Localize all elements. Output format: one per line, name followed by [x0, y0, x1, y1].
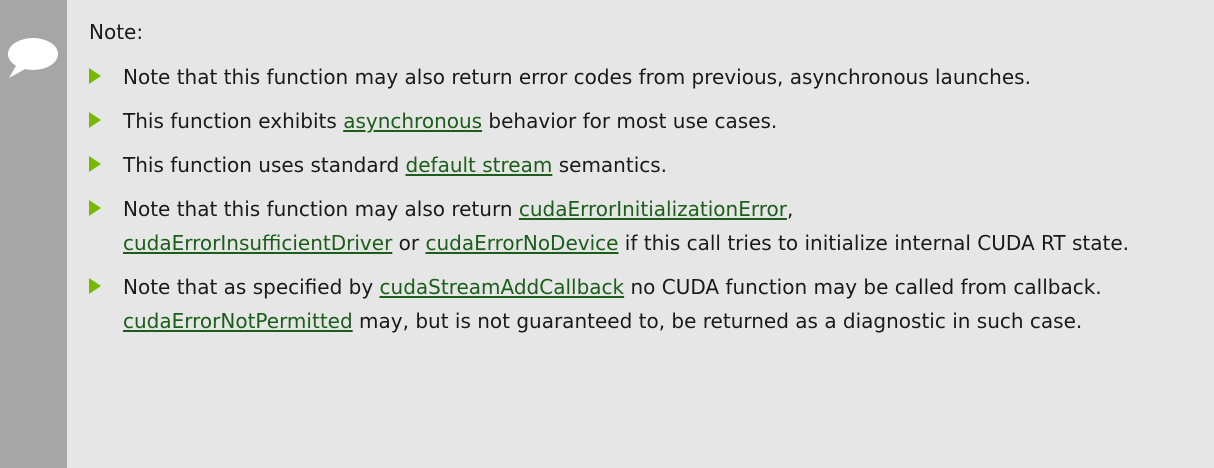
item-text: if this call tries to initialize interna… — [618, 231, 1130, 255]
item-text: or — [392, 231, 426, 255]
list-item: Note that this function may also return … — [89, 60, 1204, 94]
item-text: , — [786, 197, 794, 221]
item-text: no CUDA function may be called from call… — [624, 275, 1102, 299]
speech-bubble-icon — [8, 38, 58, 78]
item-text: semantics. — [552, 153, 668, 177]
link-cuda-error-not-permitted[interactable]: cudaErrorNotPermitted — [123, 309, 353, 333]
item-text: may, but is not guaranteed to, be return… — [352, 309, 1083, 333]
item-text: Note that as specified by — [123, 275, 380, 299]
list-item: This function uses standard default stre… — [89, 148, 1204, 182]
bullet-arrow-icon — [89, 112, 101, 128]
link-cuda-error-no-device[interactable]: cudaErrorNoDevice — [425, 231, 618, 255]
list-item: Note that this function may also return … — [89, 192, 1204, 260]
link-cuda-stream-add-callback[interactable]: cudaStreamAddCallback — [380, 275, 625, 299]
bullet-arrow-icon — [89, 278, 101, 294]
list-item: Note that as specified by cudaStreamAddC… — [89, 270, 1204, 338]
item-text: This function uses standard — [123, 153, 406, 177]
item-text: Note that this function may also return — [123, 197, 519, 221]
link-cuda-error-insufficient-driver[interactable]: cudaErrorInsufficientDriver — [123, 231, 392, 255]
link-default-stream[interactable]: default stream — [406, 153, 553, 177]
bullet-arrow-icon — [89, 200, 101, 216]
item-text: Note that this function may also return … — [123, 65, 1031, 89]
bullet-arrow-icon — [89, 156, 101, 172]
note-title: Note: — [89, 20, 144, 44]
note-list: Note that this function may also return … — [89, 60, 1204, 338]
note-box: Note: Note that this function may also r… — [0, 0, 1214, 468]
link-cuda-error-initialization-error[interactable]: cudaErrorInitializationError — [519, 197, 787, 221]
item-text: This function exhibits — [123, 109, 344, 133]
bullet-arrow-icon — [89, 68, 101, 84]
list-item: This function exhibits asynchronous beha… — [89, 104, 1204, 138]
note-body: Note: Note that this function may also r… — [89, 0, 1204, 348]
item-text: behavior for most use cases. — [482, 109, 778, 133]
note-sidebar — [0, 0, 67, 468]
link-asynchronous[interactable]: asynchronous — [343, 109, 482, 133]
